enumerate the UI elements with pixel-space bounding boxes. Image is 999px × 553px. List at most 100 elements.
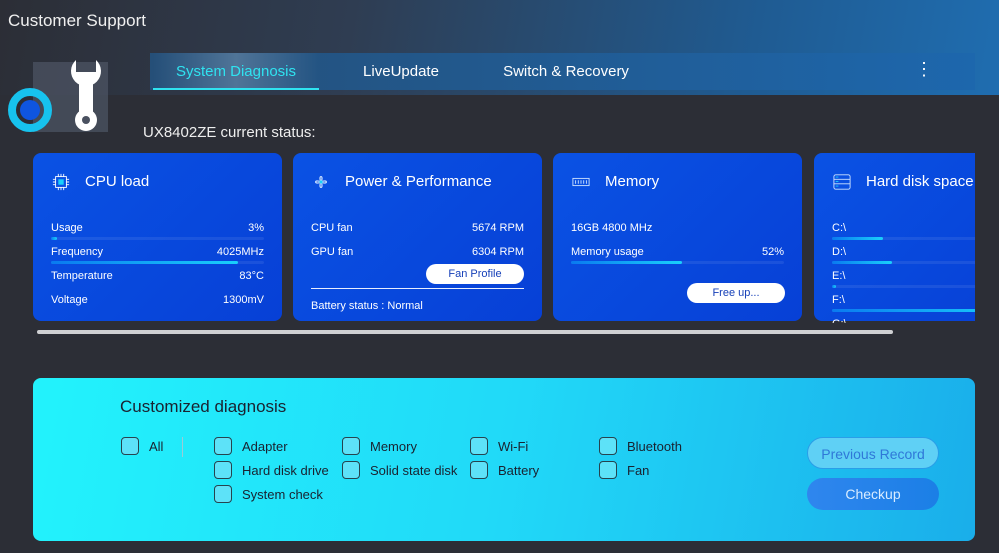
checkbox-label: Fan (627, 462, 650, 478)
checkbox-battery[interactable]: Battery (470, 461, 539, 479)
free-up-button[interactable]: Free up... (687, 283, 785, 303)
checkbox-label: Adapter (242, 438, 288, 454)
memory-usage-bar-fill (571, 261, 682, 264)
cpu-temperature-row: Temperature 83°C (51, 270, 264, 282)
tab-switch-recovery[interactable]: Switch & Recovery (490, 53, 642, 90)
drive-bar (832, 261, 975, 264)
memory-spec-row: 16GB 4800 MHz (571, 222, 784, 234)
memory-card: Memory 16GB 4800 MHz Memory usage 52% Fre… (553, 153, 802, 321)
disk-card-title: Hard disk space (866, 173, 974, 190)
frequency-bar-fill (51, 261, 239, 264)
cpu-icon (52, 173, 70, 191)
cpu-fan-label: CPU fan (311, 222, 353, 234)
more-options-icon[interactable]: ⋮ (915, 59, 933, 80)
drive-bar-fill (832, 237, 883, 240)
checkbox-memory[interactable]: Memory (342, 437, 417, 455)
memory-usage-bar (571, 261, 784, 264)
checkbox-box[interactable] (599, 461, 617, 479)
diagnosis-title: Customized diagnosis (120, 397, 287, 416)
checkbox-all[interactable]: All (121, 437, 163, 455)
memory-spec: 16GB 4800 MHz (571, 222, 653, 234)
status-cards: CPU load Usage 3% Frequency 4025MHz Temper… (33, 153, 975, 323)
drive-bar-fill (832, 285, 836, 288)
checkup-button[interactable]: Checkup (807, 478, 939, 510)
drive-label: C:\ (832, 222, 847, 234)
previous-record-button[interactable]: Previous Record (807, 437, 939, 469)
checkbox-box[interactable] (470, 437, 488, 455)
fan-icon (315, 176, 327, 188)
gpu-fan-row: GPU fan 6304 RPM (311, 246, 524, 258)
checkbox-box[interactable] (470, 461, 488, 479)
cpu-fan-value: 5674 RPM (472, 222, 524, 234)
wrench-logo-icon (8, 60, 108, 132)
temperature-label: Temperature (51, 270, 113, 282)
tab-bar: System Diagnosis LiveUpdate Switch & Rec… (150, 53, 975, 90)
checkbox-box[interactable] (599, 437, 617, 455)
divider (311, 288, 524, 289)
customized-diagnosis-panel: Customized diagnosis All Adapter Memory Wi… (33, 378, 975, 541)
drive-label: F:\ (832, 294, 845, 306)
memory-usage-label: Memory usage (571, 246, 644, 258)
drive-label: D:\ (832, 246, 847, 258)
voltage-value: 1300mV (223, 294, 264, 306)
power-card: Power & Performance CPU fan 5674 RPM GPU … (293, 153, 542, 321)
drive-bar (832, 309, 975, 312)
drive-row: F:\3 (832, 294, 975, 306)
battery-status-text: Battery status : Normal (311, 300, 423, 312)
frequency-value: 4025MHz (216, 246, 264, 258)
fan-profile-button[interactable]: Fan Profile (426, 264, 524, 284)
cpu-card: CPU load Usage 3% Frequency 4025MHz Temper… (33, 153, 282, 321)
cards-scrollbar[interactable] (37, 330, 893, 334)
temperature-value: 83°C (239, 270, 264, 282)
drive-row: D:\124 (832, 246, 975, 258)
checkbox-label: All (149, 438, 164, 454)
tab-liveupdate[interactable]: LiveUpdate (340, 53, 462, 90)
checkbox-box[interactable] (214, 437, 232, 455)
checkbox-label: Wi-Fi (498, 438, 529, 454)
drive-label: E:\ (832, 270, 846, 282)
drive-row: E:\9 (832, 270, 975, 282)
checkbox-hard-disk-drive[interactable]: Hard disk drive (214, 461, 329, 479)
checkbox-solid-state-disk[interactable]: Solid state disk (342, 461, 457, 479)
checkbox-box[interactable] (342, 461, 360, 479)
cpu-card-title: CPU load (85, 173, 150, 190)
battery-status: Battery status : Normal (311, 300, 524, 312)
cpu-frequency-row: Frequency 4025MHz (51, 246, 264, 258)
device-status-heading: UX8402ZE current status: (143, 124, 316, 141)
usage-label: Usage (51, 222, 83, 234)
memory-icon (572, 177, 590, 187)
checkbox-wi-fi[interactable]: Wi-Fi (470, 437, 528, 455)
cpu-voltage-row: Voltage 1300mV (51, 294, 264, 306)
checkbox-label: Solid state disk (370, 462, 458, 478)
checkbox-box[interactable] (214, 461, 232, 479)
tab-system-diagnosis[interactable]: System Diagnosis (153, 53, 319, 90)
checkbox-system-check[interactable]: System check (214, 485, 323, 503)
drive-row: G:\7 (832, 318, 975, 323)
checkbox-box[interactable] (214, 485, 232, 503)
checkbox-label: Memory (370, 438, 417, 454)
checkbox-box[interactable] (121, 437, 139, 455)
drive-bar (832, 285, 975, 288)
gpu-fan-label: GPU fan (311, 246, 354, 258)
memory-usage-value: 52% (761, 246, 784, 258)
checkbox-adapter[interactable]: Adapter (214, 437, 288, 455)
app-title: Customer Support (8, 11, 146, 30)
checkbox-label: Hard disk drive (242, 462, 329, 478)
checkbox-fan[interactable]: Fan (599, 461, 649, 479)
frequency-label: Frequency (51, 246, 103, 258)
usage-bar-fill (51, 237, 58, 240)
checkbox-box[interactable] (342, 437, 360, 455)
usage-value: 3% (248, 222, 264, 234)
drive-label: G:\ (832, 318, 847, 323)
memory-card-title: Memory (605, 173, 660, 190)
drive-bar-fill (832, 309, 975, 312)
checkbox-label: System check (242, 486, 323, 502)
gpu-fan-value: 6304 RPM (472, 246, 524, 258)
separator (182, 437, 183, 457)
drive-row: C:\134 (832, 222, 975, 234)
memory-usage-row: Memory usage 52% (571, 246, 784, 258)
drive-bar (832, 237, 975, 240)
checkbox-bluetooth[interactable]: Bluetooth (599, 437, 682, 455)
drive-bar-fill (832, 261, 893, 264)
frequency-bar (51, 261, 264, 264)
